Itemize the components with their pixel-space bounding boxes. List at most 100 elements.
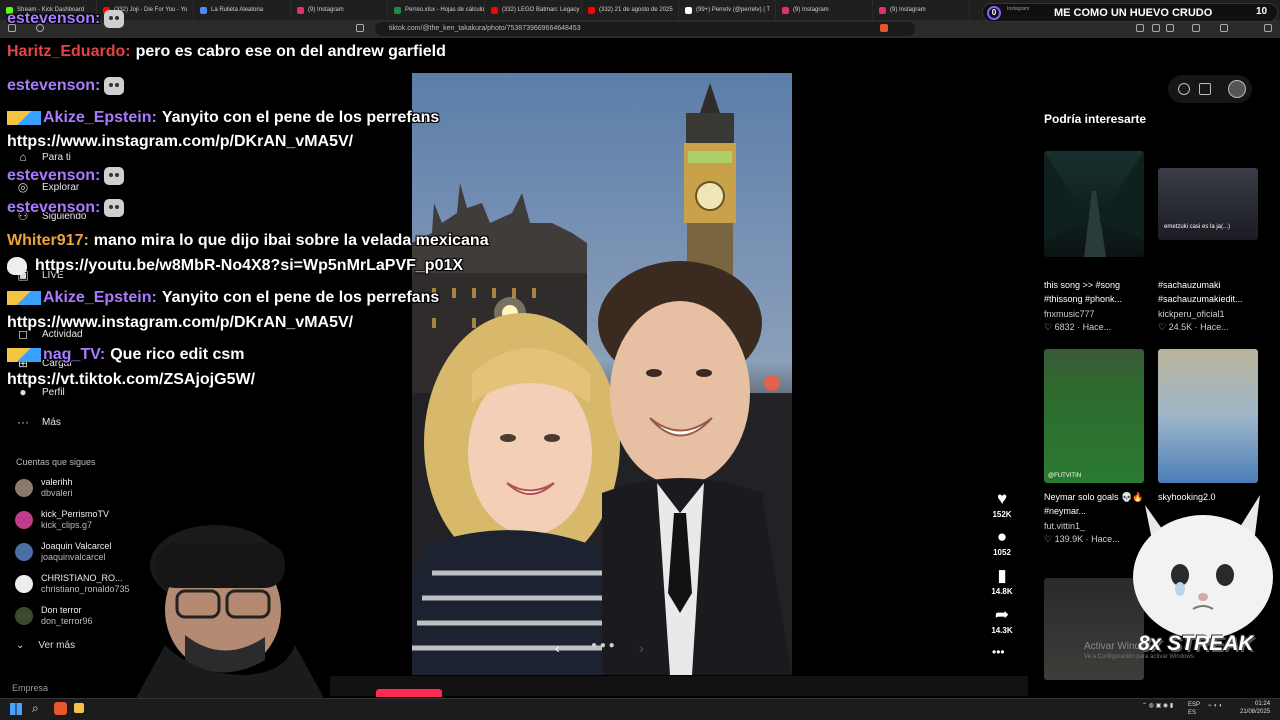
dots-icon: ···	[17, 415, 29, 429]
tab-favicon-icon	[200, 6, 207, 14]
video-thumbnail[interactable]: emetzuki casi es la ja(...)	[1158, 168, 1258, 240]
sidebar-item-mas[interactable]: ··· Más	[16, 415, 61, 429]
chat-text: https://www.instagram.com/p/DKrAN_vMA5V/	[7, 314, 354, 331]
brave-browser-icon[interactable]	[54, 702, 67, 715]
heart-icon: ♡	[1044, 534, 1053, 544]
video-thumbnail[interactable]	[1158, 349, 1258, 483]
bookmark-icon: ▮	[997, 566, 1007, 585]
video-thumbnail[interactable]	[1044, 151, 1144, 257]
browser-tab[interactable]: (332) LEGO Batman: Legacy	[485, 0, 582, 20]
account-name: kick_PerrismoTV	[41, 509, 110, 519]
avatar	[15, 543, 33, 561]
browser-tab[interactable]: (99+) Perretv (@perretv) | T	[679, 0, 776, 20]
video-thumbnail[interactable]: @FUTVITIN	[1044, 349, 1144, 483]
video-likes: ♡ 139.9K · Hace...	[1044, 534, 1120, 544]
menu-icon[interactable]	[1264, 24, 1272, 32]
photo-pager: ‹ ● ● ● ›	[555, 640, 655, 658]
sidebar-item-label: Para ti	[42, 151, 71, 163]
video-likes: ♡ 24.5K · Hace...	[1158, 322, 1229, 332]
chevron-right-icon[interactable]: ›	[639, 640, 644, 656]
video-title[interactable]: this song >> #song #thissong #phonk...	[1044, 278, 1154, 306]
clock[interactable]: 01:24 21/08/2025	[1240, 700, 1270, 716]
chat-username[interactable]: Whiter917:	[7, 232, 89, 249]
see-more-label: Ver más	[38, 640, 76, 651]
cat-emote	[1125, 485, 1280, 655]
heart-icon: ♡	[1158, 322, 1167, 332]
thumb-art	[1044, 151, 1144, 257]
coin-icon[interactable]	[1178, 83, 1190, 95]
chat-text: mano mira lo que dijo ibai sobre la vela…	[93, 232, 489, 249]
goal-start-count: 0	[987, 6, 1001, 20]
share-button[interactable]: ➦ 14.3K	[985, 605, 1019, 636]
tab-favicon-icon	[879, 6, 886, 14]
streak-counter: 8x STREAK	[1138, 632, 1254, 655]
sidebar-icon[interactable]	[1192, 24, 1200, 32]
tab-label: (332) LEGO Batman: Legacy	[502, 7, 580, 13]
goal-title: ME COMO UN HUEVO CRUDO	[1054, 7, 1213, 19]
bookmark-icon[interactable]	[356, 24, 364, 32]
following-account[interactable]: valerihh dbvaleri	[15, 477, 185, 503]
chat-username[interactable]: estevenson:	[7, 167, 100, 184]
tray-icons[interactable]: ⌃ ◍ ▣ ◉ ▮	[1142, 702, 1173, 709]
browser-tab[interactable]: (9) Instagram	[291, 0, 388, 20]
like-count: 152K	[992, 510, 1012, 519]
tab-label: (332) 21 de agosto de 2025	[599, 7, 673, 13]
account-name: CHRISTIANO_RO...	[41, 573, 123, 583]
windows-start-icon[interactable]	[10, 703, 22, 715]
avatar	[15, 479, 33, 497]
more-options-icon[interactable]: •••	[992, 645, 1005, 659]
system-icons[interactable]: ⌁ ◖ ◗	[1208, 702, 1222, 709]
streamer-webcam	[135, 525, 325, 700]
post-photo[interactable]	[412, 73, 792, 675]
video-title[interactable]: #sachauzumaki #sachauzumakiedit...	[1158, 278, 1268, 306]
extension-icon[interactable]	[1136, 24, 1144, 32]
phone-icon[interactable]	[1199, 83, 1211, 95]
get-app-button[interactable]	[376, 689, 442, 697]
chat-username[interactable]: estevenson:	[7, 77, 100, 94]
share-icon: ➦	[994, 605, 1010, 624]
like-button[interactable]: ♥ 152K	[985, 489, 1019, 520]
language-indicator[interactable]: ESP ES	[1188, 701, 1200, 717]
browser-tab[interactable]: (332) 21 de agosto de 2025	[582, 0, 679, 20]
footer-company-link[interactable]: Empresa	[12, 683, 48, 693]
goal-small-label: Instagram	[1007, 6, 1030, 12]
video-author[interactable]: kickperu_oficial1	[1158, 309, 1225, 319]
cat-emote-icon	[104, 199, 125, 217]
avatar	[15, 575, 33, 593]
browser-tab[interactable]: La Rulieta Aleatoria	[194, 0, 291, 20]
see-more-button[interactable]: ⌄ Ver más	[16, 640, 75, 651]
profile-avatar-icon[interactable]	[1228, 80, 1246, 98]
wallet-icon[interactable]	[1220, 24, 1228, 32]
browser-tab[interactable]: (9) Instagram	[776, 0, 873, 20]
chat-username[interactable]: estevenson:	[7, 10, 100, 27]
video-author[interactable]: fut.vittin1_	[1044, 521, 1085, 531]
url-input[interactable]: tiktok.com/@the_ken_takakura/photo/75387…	[375, 22, 915, 36]
chat-username[interactable]: Akize_Epstein:	[43, 109, 157, 126]
folder-icon[interactable]	[74, 703, 84, 713]
chat-message: https://vt.tiktok.com/ZSAjojG5W/	[7, 371, 255, 389]
extension-icon[interactable]	[1152, 24, 1160, 32]
sidebar-item-para-ti[interactable]: ⌂ Para ti	[16, 150, 71, 164]
search-icon[interactable]: ⌕	[32, 701, 39, 716]
chat-username[interactable]: estevenson:	[7, 199, 100, 216]
chat-text: pero es cabro ese on del andrew garfield	[135, 43, 446, 60]
chat-username[interactable]: nag_TV:	[43, 346, 105, 363]
chat-message: Akize_Epstein: Yanyito con el pene de los…	[7, 289, 439, 307]
heart-icon: ♥	[996, 489, 1008, 508]
chevron-left-icon[interactable]: ‹	[555, 640, 560, 656]
extension-icon[interactable]	[1166, 24, 1174, 32]
cat-emote-icon	[104, 10, 125, 28]
save-button[interactable]: ▮ 14.8K	[985, 566, 1019, 597]
browser-tab[interactable]: (9) Instagram	[873, 0, 970, 20]
comment-button[interactable]: ● 1052	[985, 528, 1019, 558]
chat-text: https://vt.tiktok.com/ZSAjojG5W/	[7, 371, 256, 388]
brave-shield-icon[interactable]	[880, 24, 888, 32]
browser-tab[interactable]: Perreo.xlsx - Hojas de cálculo	[388, 0, 485, 20]
account-handle: dbvaleri	[41, 488, 73, 498]
windows-taskbar	[0, 698, 1280, 720]
video-author[interactable]: fnxmusic777	[1044, 309, 1095, 319]
chat-username[interactable]: Akize_Epstein:	[43, 289, 157, 306]
tab-label: (9) Instagram	[308, 7, 344, 13]
sidebar-item-label: Más	[42, 416, 61, 428]
chat-username[interactable]: Haritz_Eduardo:	[7, 43, 131, 60]
